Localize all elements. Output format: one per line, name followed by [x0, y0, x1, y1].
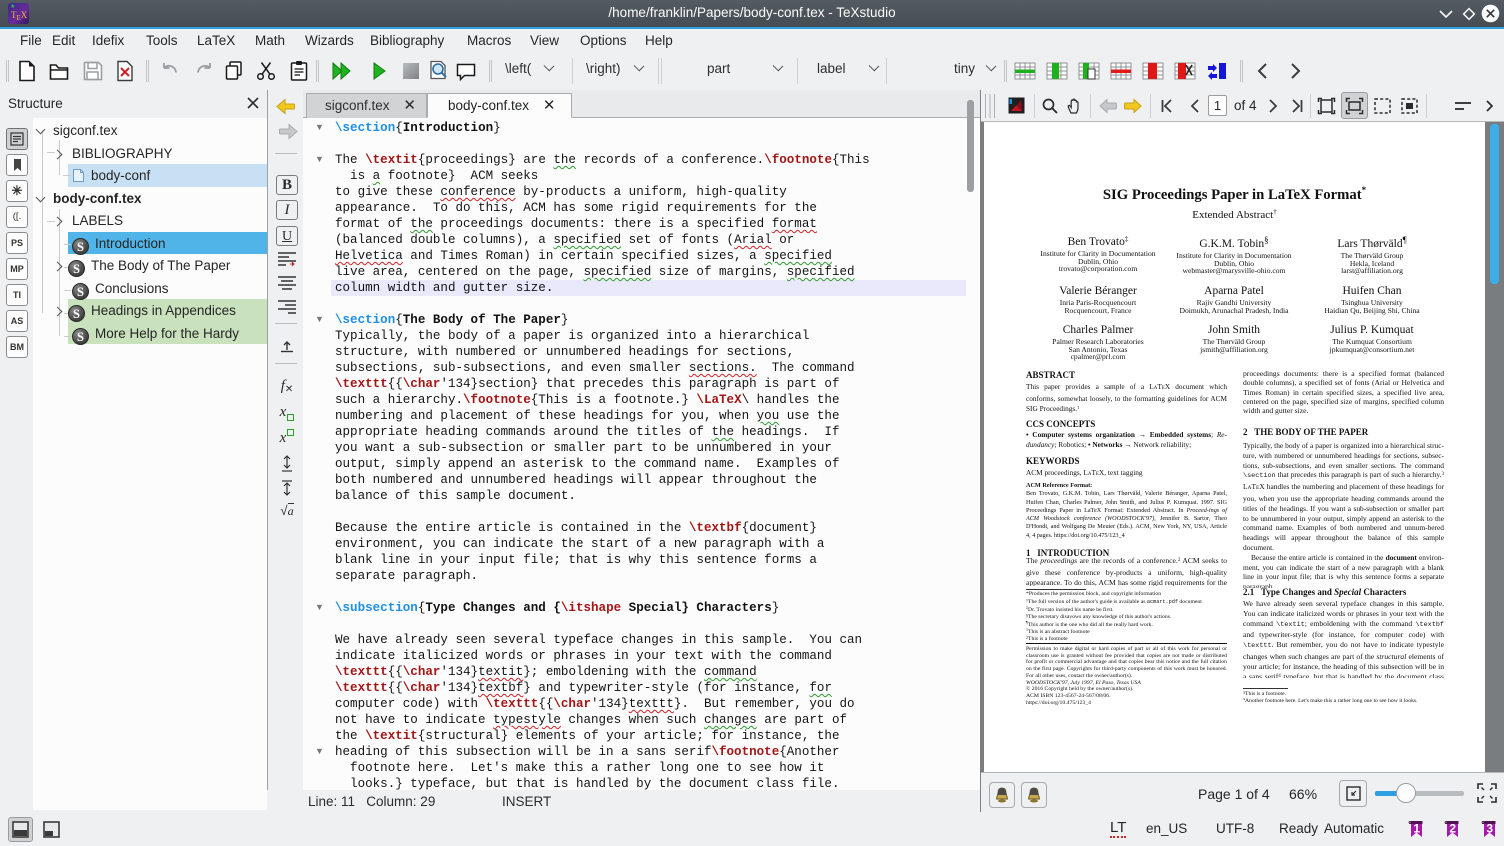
svg-text:1: 1 [1413, 822, 1420, 836]
svg-text:2: 2 [1449, 822, 1456, 836]
svg-text:3: 3 [1486, 822, 1493, 836]
